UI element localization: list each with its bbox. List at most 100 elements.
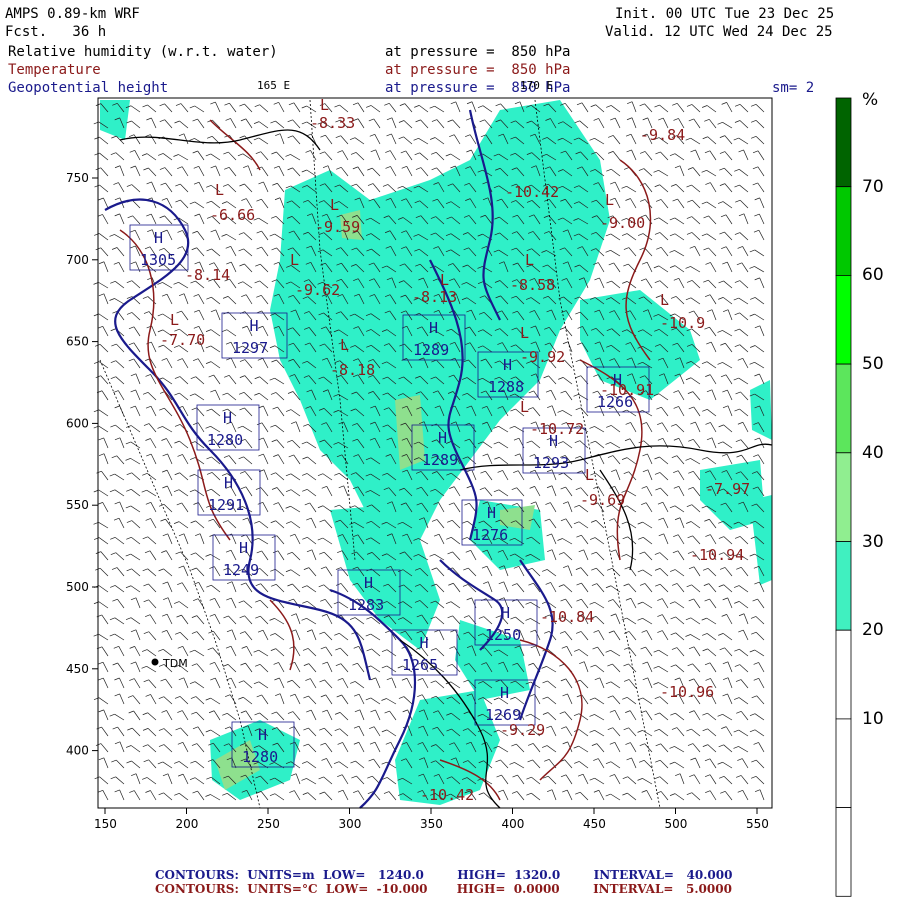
x-tick-label: 150 [94, 817, 117, 831]
y-tick-label: 400 [66, 744, 89, 758]
y-tick-label: 450 [66, 662, 89, 676]
temperature-value-label: -9.84 [640, 126, 685, 144]
height-value-label: 1280 [207, 431, 243, 449]
x-tick-label: 350 [420, 817, 443, 831]
low-marker: L [215, 181, 224, 199]
low-marker: L [330, 196, 339, 214]
temperature-value-label: -10.9 [660, 314, 705, 332]
weather-map: 1305H1297H1289H1288H1266H1280H1289H1293H… [66, 96, 852, 897]
height-contour [518, 559, 554, 721]
temperature-value-label: -9.00 [600, 214, 645, 232]
temperature-contour [269, 599, 295, 671]
low-marker: L [520, 398, 529, 416]
temperature-value-label: -10.42 [420, 786, 474, 804]
colorbar-segment [835, 97, 852, 188]
colorbar-segment [835, 807, 852, 897]
height-value-label: 1276 [472, 526, 508, 544]
temperature-value-label: -8.18 [330, 361, 375, 379]
high-marker: H [438, 429, 447, 447]
height-value-label: 1305 [140, 251, 176, 269]
temperature-value-label: -10.42 [505, 183, 559, 201]
height-value-label: 1293 [533, 454, 569, 472]
colorbar-segment [835, 363, 852, 454]
temperature-value-label: -9.59 [315, 218, 360, 236]
rh-region [270, 100, 610, 570]
station-tdm-marker [151, 658, 159, 666]
x-tick-label: 300 [339, 817, 362, 831]
temperature-value-label: -6.66 [210, 206, 255, 224]
low-marker: L [520, 324, 529, 342]
temperature-value-label: -10.96 [660, 683, 714, 701]
colorbar-segment [835, 541, 852, 631]
height-value-label: 1249 [223, 561, 259, 579]
temperature-value-label: -10.72 [530, 420, 584, 438]
high-marker: H [258, 726, 267, 744]
footer-height-contours: CONTOURS: UNITS=m LOW= 1240.0 HIGH= 1320… [155, 868, 733, 882]
height-value-label: 1297 [232, 339, 268, 357]
high-marker: H [154, 229, 163, 247]
temperature-value-label: -7.97 [705, 480, 750, 498]
temperature-value-label: -8.14 [185, 266, 230, 284]
colorbar-segment [835, 186, 852, 276]
x-tick-label: 450 [583, 817, 606, 831]
high-marker: H [223, 409, 232, 427]
height-value-label: 1265 [402, 656, 438, 674]
low-marker: L [525, 251, 534, 269]
high-marker: H [503, 356, 512, 374]
coastline [119, 129, 321, 151]
low-marker: L [170, 311, 179, 329]
temperature-value-label: -10.84 [540, 608, 594, 626]
height-value-label: 1283 [348, 596, 384, 614]
temperature-value-label: -8.33 [310, 114, 355, 132]
footer-temp-contours: CONTOURS: UNITS=°C LOW= -10.000 HIGH= 0.… [155, 882, 732, 896]
low-marker: L [320, 96, 329, 114]
temperature-value-label: -9.69 [580, 491, 625, 509]
temperature-value-label: -8.13 [412, 288, 457, 306]
height-value-label: 1289 [422, 451, 458, 469]
high-marker: H [239, 539, 248, 557]
low-marker: L [660, 291, 669, 309]
temperature-value-label: -7.70 [160, 331, 205, 349]
high-marker: H [429, 319, 438, 337]
low-marker: L [440, 271, 449, 289]
y-tick-label: 600 [66, 416, 89, 430]
temperature-contour [519, 639, 583, 781]
colorbar [835, 97, 852, 897]
temperature-value-label: -8.58 [510, 276, 555, 294]
temperature-value-label: -10.91 [600, 381, 654, 399]
height-value-label: 1280 [242, 748, 278, 766]
high-marker: H [364, 574, 373, 592]
height-value-label: 1291 [208, 496, 244, 514]
temperature-value-label: -9.62 [295, 281, 340, 299]
station-tdm-label: TDM [162, 657, 188, 670]
colorbar-segment [835, 629, 852, 720]
height-value-label: 1289 [413, 341, 449, 359]
x-tick-label: 200 [176, 817, 199, 831]
y-tick-label: 650 [66, 335, 89, 349]
y-tick-label: 550 [66, 498, 89, 512]
x-tick-label: 550 [746, 817, 769, 831]
y-tick-label: 500 [66, 580, 89, 594]
high-marker: H [250, 317, 259, 335]
temperature-value-label: -10.94 [690, 546, 744, 564]
x-tick-label: 400 [502, 817, 525, 831]
high-marker: H [501, 604, 510, 622]
y-tick-label: 750 [66, 171, 89, 185]
colorbar-segment [835, 274, 852, 365]
x-tick-label: 250 [257, 817, 280, 831]
temperature-value-label: -9.29 [500, 721, 545, 739]
height-value-label: 1288 [488, 378, 524, 396]
high-marker: H [487, 504, 496, 522]
high-marker: H [420, 634, 429, 652]
colorbar-segment [835, 718, 852, 809]
high-marker: H [500, 684, 509, 702]
y-tick-label: 700 [66, 253, 89, 267]
x-tick-label: 500 [665, 817, 688, 831]
height-value-label: 1250 [485, 626, 521, 644]
low-marker: L [340, 336, 349, 354]
low-marker: L [585, 466, 594, 484]
high-marker: H [224, 474, 233, 492]
low-marker: L [290, 251, 299, 269]
temperature-value-label: -9.92 [520, 348, 565, 366]
low-marker: L [605, 191, 614, 209]
